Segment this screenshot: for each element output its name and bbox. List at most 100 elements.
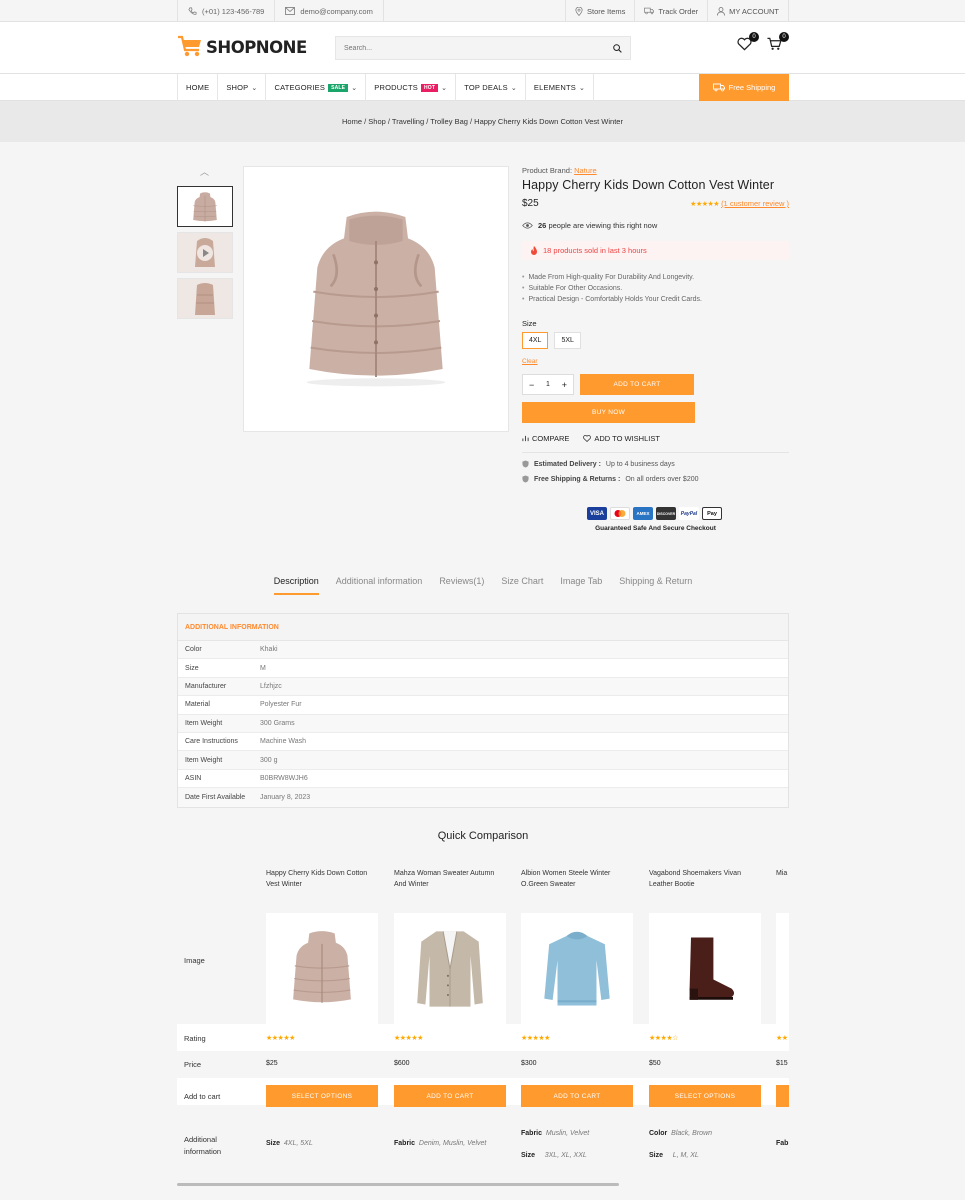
eye-icon xyxy=(522,222,533,229)
compare-product-name[interactable]: Mahza Woman Sweater Autumn And Winter xyxy=(394,868,506,892)
tab-description[interactable]: Description xyxy=(273,576,319,595)
quantity-value[interactable]: 1 xyxy=(546,381,550,388)
compare-cart-button[interactable] xyxy=(776,1085,789,1107)
thumb-vest-video[interactable] xyxy=(177,232,233,273)
sale-badge: SALE xyxy=(328,83,349,92)
track-order-link[interactable]: Track Order xyxy=(634,0,707,22)
attr-value: Lfzhjzc xyxy=(260,682,282,690)
tab-image[interactable]: Image Tab xyxy=(560,576,602,594)
row-label-price: Price xyxy=(184,1060,202,1069)
compare-label: COMPARE xyxy=(532,434,570,443)
compare-link[interactable]: COMPARE xyxy=(522,434,569,443)
wishlist-button[interactable]: 0 xyxy=(737,32,759,53)
thumb-vest-back[interactable] xyxy=(177,278,233,319)
breadcrumb: Home / Shop / Travelling / Trolley Bag /… xyxy=(0,101,965,142)
brand-link[interactable]: Nature xyxy=(574,166,597,175)
attr-value: Muslin, Velvet xyxy=(545,1130,590,1137)
add-to-cart-button[interactable]: ADD TO CART xyxy=(521,1085,633,1107)
review-link[interactable]: (1 customer review ) xyxy=(721,199,789,208)
compare-product-image[interactable] xyxy=(394,913,506,1025)
buy-now-button[interactable]: BUY NOW xyxy=(522,402,695,423)
amex-icon: AMEX xyxy=(633,507,653,520)
thumb-up-arrow-icon[interactable]: ︿ xyxy=(200,165,209,178)
additional-info-table: ADDITIONAL INFORMATION Color Khaki Size M … xyxy=(177,613,789,808)
add-to-cart-button[interactable]: ADD TO CART xyxy=(580,374,694,395)
compare-rating-stars: ★★★★★ xyxy=(394,1035,423,1042)
model-thumbnail-image xyxy=(195,237,215,267)
tab-additional-information[interactable]: Additional information xyxy=(336,576,423,594)
shipping-label: Free Shipping & Returns : xyxy=(534,475,621,483)
cardigan-image xyxy=(417,931,483,1007)
product-tabs: Description Additional information Revie… xyxy=(177,576,789,595)
size-option-4xl[interactable]: 4XL xyxy=(522,332,549,349)
compare-price: $300 xyxy=(521,1060,537,1067)
row-label-cart: Add to cart xyxy=(184,1092,221,1101)
email-item[interactable]: demo@company.com xyxy=(274,0,384,22)
compare-product-name[interactable]: Happy Cherry Kids Down Cotton Vest Winte… xyxy=(266,868,378,892)
wishlist-count-badge: 0 xyxy=(749,32,759,42)
decrease-qty-button[interactable]: − xyxy=(529,380,534,390)
compare-product-name[interactable]: Albion Women Steele Winter O.Green Sweat… xyxy=(521,868,633,892)
table-row: Care Instructions Machine Wash xyxy=(178,733,788,752)
product-title: Happy Cherry Kids Down Cotton Vest Winte… xyxy=(522,178,775,192)
comparison-scrollbar[interactable] xyxy=(177,1183,619,1186)
compare-product-image[interactable] xyxy=(776,913,789,1025)
increase-qty-button[interactable]: + xyxy=(562,380,567,390)
breadcrumb-text[interactable]: Home / Shop / Travelling / Trolley Bag /… xyxy=(342,117,623,126)
additional-info-heading: ADDITIONAL INFORMATION xyxy=(178,614,788,641)
select-options-button[interactable]: SELECT OPTIONS xyxy=(266,1085,378,1107)
site-logo[interactable]: SHOPNONE xyxy=(177,35,307,59)
select-options-button[interactable]: SELECT OPTIONS xyxy=(649,1085,761,1107)
search-box[interactable] xyxy=(335,36,631,60)
compare-product-name[interactable]: Vagabond Shoemakers Vivan Leather Bootie xyxy=(649,868,761,892)
store-items-label: Store Items xyxy=(587,6,626,16)
nav-label: CATEGORIES xyxy=(274,83,326,92)
my-account-link[interactable]: MY ACCOUNT xyxy=(707,0,789,22)
nav-elements[interactable]: ELEMENTS ⌄ xyxy=(524,74,595,101)
search-icon[interactable] xyxy=(613,43,622,53)
payment-methods: VISA AMEX DISCOVER PayPal Pay xyxy=(587,507,722,520)
feature-list: Made From High-quality For Durability An… xyxy=(522,272,789,305)
feature-item: Made From High-quality For Durability An… xyxy=(522,272,789,283)
tab-reviews[interactable]: Reviews(1) xyxy=(439,576,484,594)
clear-selection-link[interactable]: Clear xyxy=(522,358,789,365)
nav-shop[interactable]: SHOP ⌄ xyxy=(217,74,265,101)
quantity-stepper: − 1 + xyxy=(522,374,574,395)
viewing-text: people are viewing this right now xyxy=(548,221,658,230)
add-to-cart-button[interactable]: ADD TO CART xyxy=(394,1085,506,1107)
compare-product-image[interactable] xyxy=(649,913,761,1025)
shield-icon xyxy=(522,460,529,468)
compare-product-2: Mahza Woman Sweater Autumn And Winter xyxy=(394,868,506,1025)
attr-key: Size xyxy=(185,664,199,672)
compare-product-image[interactable] xyxy=(266,913,378,1025)
free-shipping-button[interactable]: Free Shipping xyxy=(699,74,789,101)
nav-products[interactable]: PRODUCTS HOT ⌄ xyxy=(365,74,455,101)
top-bar: (+01) 123-456-789 demo@company.com Store… xyxy=(0,0,965,22)
tab-shipping-return[interactable]: Shipping & Return xyxy=(619,576,692,594)
truck-icon xyxy=(712,83,725,92)
nav-categories[interactable]: CATEGORIES SALE ⌄ xyxy=(265,74,365,101)
compare-product-name[interactable]: Mia xyxy=(776,868,789,892)
table-row: Item Weight 300 g xyxy=(178,751,788,770)
nav-label: HOME xyxy=(186,83,210,92)
bar-chart-icon xyxy=(522,435,529,442)
size-option-5xl[interactable]: 5XL xyxy=(554,332,581,349)
paypal-icon: PayPal xyxy=(679,507,699,520)
compare-product-image[interactable] xyxy=(521,913,633,1025)
nav-top-deals[interactable]: TOP DEALS ⌄ xyxy=(455,74,525,101)
add-to-wishlist-link[interactable]: ADD TO WISHLIST xyxy=(583,434,660,443)
wishlist-label: ADD TO WISHLIST xyxy=(594,434,660,443)
phone-icon xyxy=(188,7,197,15)
tab-size-chart[interactable]: Size Chart xyxy=(501,576,543,594)
store-items-link[interactable]: Store Items xyxy=(565,0,634,22)
thumb-vest-front[interactable] xyxy=(177,186,233,227)
phone-item[interactable]: (+01) 123-456-789 xyxy=(177,0,274,22)
table-row: Date First Available January 8, 2023 xyxy=(178,788,788,807)
search-input[interactable] xyxy=(344,44,594,52)
row-label-rating: Rating xyxy=(184,1034,206,1043)
attr-key: Material xyxy=(185,701,210,709)
nav-home[interactable]: HOME xyxy=(177,74,217,101)
location-pin-icon xyxy=(575,6,583,16)
main-product-image[interactable] xyxy=(243,166,509,432)
cart-button[interactable]: 0 xyxy=(767,32,789,53)
